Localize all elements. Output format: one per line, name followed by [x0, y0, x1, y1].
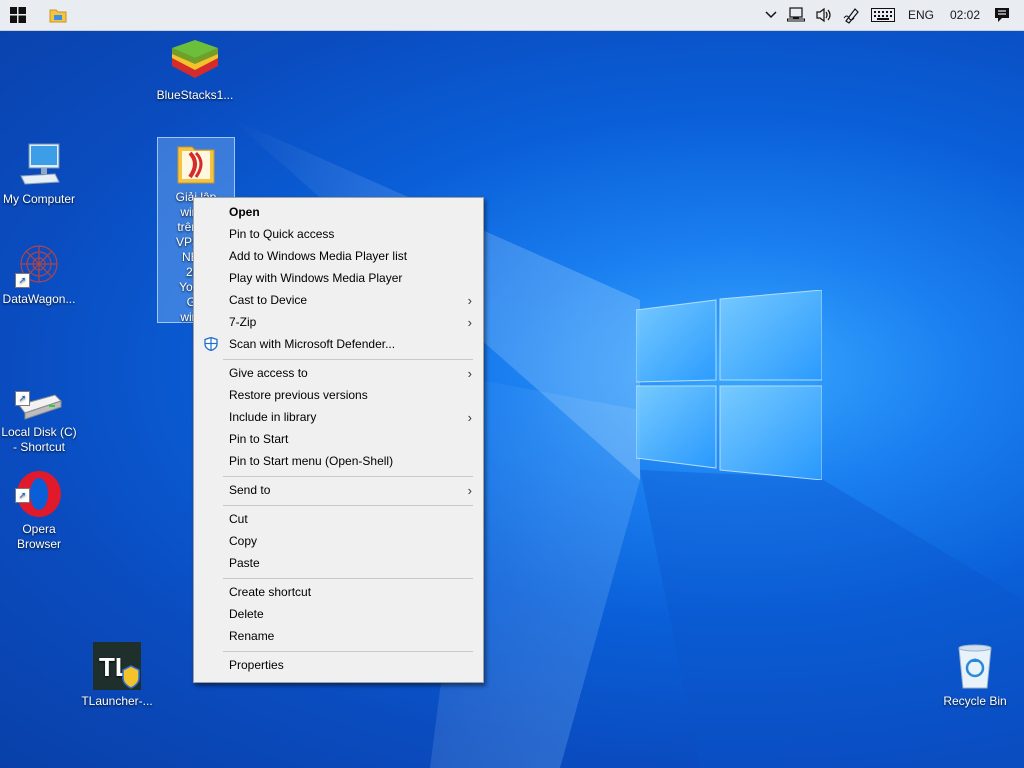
desktop-icon-label: Recycle Bin — [943, 694, 1007, 708]
pen-icon — [843, 8, 859, 24]
menu-item-scan-defender[interactable]: Scan with Microsoft Defender... — [194, 333, 483, 355]
computer-icon — [15, 140, 63, 188]
volume-icon — [816, 7, 831, 23]
menu-separator — [223, 359, 473, 360]
desktop-icon-opera[interactable]: ➚ Opera Browser — [0, 440, 78, 567]
desktop-icon-recycle-bin[interactable]: Recycle Bin — [936, 642, 1014, 709]
shortcut-arrow-icon: ➚ — [15, 391, 30, 406]
menu-item-open[interactable]: Open — [194, 201, 483, 223]
chevron-right-icon: › — [467, 293, 472, 308]
menu-item-give-access[interactable]: Give access to › — [194, 362, 483, 384]
desktop-icon-datawagon[interactable]: ➚ DataWagon... — [0, 240, 78, 307]
menu-item-delete[interactable]: Delete — [194, 603, 483, 625]
menu-item-include-library[interactable]: Include in library › — [194, 406, 483, 428]
menu-item-play-wmp[interactable]: Play with Windows Media Player — [194, 267, 483, 289]
menu-item-pin-quick-access[interactable]: Pin to Quick access — [194, 223, 483, 245]
menu-item-label: Pin to Start menu (Open-Shell) — [229, 454, 394, 468]
windows-logo-icon — [10, 7, 26, 23]
shortcut-arrow-icon: ➚ — [15, 488, 30, 503]
notification-icon — [995, 8, 1009, 22]
chevron-right-icon: › — [467, 483, 472, 498]
input-language-indicator[interactable]: ENG — [900, 8, 942, 22]
menu-item-send-to[interactable]: Send to › — [194, 479, 483, 501]
desktop-icon-label: Opera Browser — [16, 522, 61, 551]
file-explorer-button[interactable] — [40, 0, 76, 30]
defender-shield-icon — [204, 337, 218, 351]
chevron-right-icon: › — [467, 315, 472, 330]
drive-icon: ➚ — [15, 370, 63, 420]
menu-item-label: Open — [229, 205, 260, 219]
chevron-up-icon — [765, 11, 777, 19]
menu-item-label: Properties — [229, 658, 284, 672]
datawagon-icon: ➚ — [15, 240, 63, 288]
touch-keyboard-button[interactable] — [866, 0, 900, 30]
menu-item-label: Cut — [229, 512, 248, 526]
desktop-icon-bluestacks[interactable]: BlueStacks1... — [155, 38, 235, 103]
menu-item-create-shortcut[interactable]: Create shortcut — [194, 581, 483, 603]
menu-item-add-wmp-list[interactable]: Add to Windows Media Player list — [194, 245, 483, 267]
desktop-icon-my-computer[interactable]: My Computer — [0, 140, 78, 207]
menu-item-label: Add to Windows Media Player list — [229, 249, 408, 263]
volume-button[interactable] — [810, 0, 838, 30]
chevron-right-icon: › — [467, 366, 472, 381]
menu-item-copy[interactable]: Copy — [194, 530, 483, 552]
show-hidden-icons-button[interactable] — [760, 0, 782, 30]
desktop-icon-tlauncher[interactable]: TL TLauncher-... — [78, 642, 156, 709]
taskbar: ENG 02:02 — [0, 0, 1024, 31]
menu-item-label: Send to — [229, 483, 271, 497]
menu-item-label: Create shortcut — [229, 585, 312, 599]
keyboard-icon — [870, 8, 895, 22]
tlauncher-icon: TL — [93, 642, 141, 690]
menu-item-cast-to-device[interactable]: Cast to Device › — [194, 289, 483, 311]
shortcut-arrow-icon: ➚ — [15, 273, 30, 288]
menu-item-label: Paste — [229, 556, 260, 570]
desktop-icon-label: DataWagon... — [2, 292, 76, 306]
menu-separator — [223, 578, 473, 579]
file-explorer-icon — [49, 9, 67, 23]
menu-item-label: Cast to Device — [229, 293, 308, 307]
menu-item-label: Play with Windows Media Player — [229, 271, 403, 285]
desktop-icon-label: TLauncher-... — [81, 694, 153, 708]
context-menu: Open Pin to Quick access Add to Windows … — [193, 197, 484, 683]
menu-item-paste[interactable]: Paste — [194, 552, 483, 574]
menu-item-label: Include in library — [229, 410, 317, 424]
menu-item-pin-open-shell[interactable]: Pin to Start menu (Open-Shell) — [194, 450, 483, 472]
action-center-button[interactable] — [988, 0, 1024, 30]
menu-item-label: 7-Zip — [229, 315, 257, 329]
chevron-right-icon: › — [467, 410, 472, 425]
menu-item-pin-to-start[interactable]: Pin to Start — [194, 428, 483, 450]
menu-item-cut[interactable]: Cut — [194, 508, 483, 530]
menu-item-7zip[interactable]: 7-Zip › — [194, 311, 483, 333]
desktop-icon-label: BlueStacks1... — [156, 88, 234, 102]
menu-separator — [223, 651, 473, 652]
menu-item-label: Give access to — [229, 366, 308, 380]
menu-item-label: Pin to Start — [229, 432, 289, 446]
wallpaper-windows-logo — [636, 290, 822, 480]
opera-icon: ➚ — [15, 455, 63, 517]
menu-item-label: Rename — [229, 629, 275, 643]
menu-item-label: Scan with Microsoft Defender... — [229, 337, 396, 351]
network-button[interactable] — [782, 0, 810, 30]
system-tray: ENG 02:02 — [760, 0, 1024, 30]
media-file-icon — [177, 146, 215, 184]
network-icon — [786, 7, 805, 22]
menu-item-label: Restore previous versions — [229, 388, 368, 402]
menu-item-label: Pin to Quick access — [229, 227, 335, 241]
menu-item-restore-versions[interactable]: Restore previous versions — [194, 384, 483, 406]
desktop-icon-label: My Computer — [2, 192, 76, 206]
menu-separator — [223, 476, 473, 477]
menu-item-label: Copy — [229, 534, 258, 548]
bluestacks-icon — [170, 38, 220, 84]
menu-item-rename[interactable]: Rename — [194, 625, 483, 647]
menu-item-label: Delete — [229, 607, 264, 621]
recycle-bin-icon — [951, 642, 999, 690]
start-button[interactable] — [0, 0, 36, 30]
pen-workspace-button[interactable] — [838, 0, 866, 30]
menu-separator — [223, 505, 473, 506]
clock[interactable]: 02:02 — [942, 8, 988, 22]
menu-item-properties[interactable]: Properties — [194, 654, 483, 676]
